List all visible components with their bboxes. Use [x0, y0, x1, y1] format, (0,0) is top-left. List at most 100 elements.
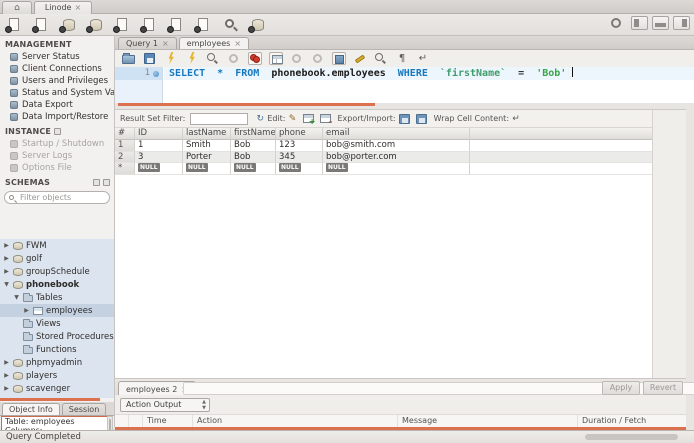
horizontal-scrollbar[interactable]: [585, 434, 678, 440]
spinner-icon[interactable]: ▲ ▼: [202, 399, 206, 411]
limit-rows-toggle-icon[interactable]: [269, 52, 283, 65]
sidebar-item-server-logs[interactable]: Server Logs: [0, 150, 114, 162]
cell-id[interactable]: 1: [135, 140, 183, 152]
reconnect-dbms-icon[interactable]: [248, 17, 265, 33]
wrap-text-icon[interactable]: ↵: [416, 52, 430, 65]
chevron-right-icon[interactable]: ▶: [23, 307, 30, 314]
sidebar-item-client-connections[interactable]: Client Connections: [0, 63, 114, 75]
execute-current-statement-icon[interactable]: [185, 52, 199, 65]
output-selector[interactable]: Action Output ▲ ▼: [120, 398, 210, 412]
schema-node-phpmyadmin[interactable]: ▶ phpmyadmin: [0, 356, 114, 369]
schema-node-players[interactable]: ▶ players: [0, 369, 114, 382]
save-script-icon[interactable]: [143, 52, 157, 65]
revert-button[interactable]: Revert: [643, 381, 683, 395]
tree-node-functions[interactable]: Functions: [0, 343, 114, 356]
column-header-time[interactable]: Time: [143, 415, 193, 427]
stop-on-error-toggle-icon[interactable]: [248, 52, 262, 65]
add-row-icon[interactable]: [302, 114, 316, 126]
tree-node-tables[interactable]: ▼ Tables: [0, 291, 114, 304]
close-icon[interactable]: ×: [234, 39, 241, 48]
sidebar-item-server-status[interactable]: Server Status: [0, 51, 114, 63]
find-panel-icon[interactable]: [374, 52, 388, 65]
wrap-cell-content-icon[interactable]: ↵: [509, 113, 523, 125]
create-view-icon[interactable]: [140, 17, 157, 33]
open-file-icon[interactable]: [122, 52, 136, 65]
cell-email[interactable]: bob@porter.com: [323, 151, 470, 163]
row-number[interactable]: *: [115, 163, 135, 175]
column-header-message[interactable]: Message: [398, 415, 578, 427]
row-number[interactable]: 1: [115, 140, 135, 152]
cell-phone[interactable]: 345: [276, 151, 323, 163]
column-header-id[interactable]: ID: [135, 128, 183, 140]
tab-query-1[interactable]: Query 1 ×: [118, 37, 177, 49]
new-sql-editor-icon[interactable]: [5, 17, 22, 33]
chevron-right-icon[interactable]: ▶: [3, 372, 10, 379]
search-table-data-icon[interactable]: [221, 17, 238, 33]
cell-id[interactable]: 3: [135, 151, 183, 163]
commit-icon[interactable]: [290, 52, 304, 65]
edit-record-icon[interactable]: ✎: [286, 113, 300, 125]
sidebar-item-users-privileges[interactable]: Users and Privileges: [0, 75, 114, 87]
import-records-icon[interactable]: [415, 113, 427, 124]
column-header-action[interactable]: Action: [193, 415, 398, 427]
column-header-email[interactable]: email: [323, 128, 470, 140]
create-procedure-icon[interactable]: [167, 17, 184, 33]
schema-node-scavenger[interactable]: ▶ scavenger: [0, 382, 114, 395]
column-header-rownum[interactable]: #: [115, 128, 135, 140]
beautify-script-icon[interactable]: [353, 52, 367, 65]
sidebar-item-data-export[interactable]: Data Export: [0, 99, 114, 111]
schemas-expand-icon[interactable]: [93, 179, 100, 186]
cell-phone[interactable]: 123: [276, 140, 323, 152]
rollback-icon[interactable]: [311, 52, 325, 65]
row-number[interactable]: 2: [115, 151, 135, 163]
chevron-right-icon[interactable]: ▶: [3, 385, 10, 392]
export-recordset-icon[interactable]: [398, 113, 410, 124]
chevron-right-icon[interactable]: ▶: [3, 242, 10, 249]
chevron-down-icon[interactable]: ▼: [13, 294, 20, 301]
close-icon[interactable]: ×: [162, 39, 169, 48]
create-schema-icon[interactable]: [86, 17, 103, 33]
autocommit-toggle-icon[interactable]: [332, 52, 346, 65]
schema-node-golf[interactable]: ▶ golf: [0, 252, 114, 265]
home-tab[interactable]: ⌂: [2, 1, 32, 14]
tab-object-info[interactable]: Object Info: [2, 403, 60, 415]
tree-node-views[interactable]: Views: [0, 317, 114, 330]
execute-query-icon[interactable]: [164, 52, 178, 65]
open-sql-script-icon[interactable]: [32, 17, 49, 33]
refresh-icon[interactable]: ↻: [253, 113, 267, 125]
create-table-icon[interactable]: [113, 17, 130, 33]
chevron-down-icon[interactable]: ▼: [3, 281, 10, 288]
stop-query-icon[interactable]: [227, 52, 241, 65]
schema-node-phonebook[interactable]: ▼ phonebook: [0, 278, 114, 291]
sidebar-item-data-import[interactable]: Data Import/Restore: [0, 111, 114, 123]
connection-tab-linode[interactable]: Linode ×: [34, 1, 92, 14]
cell-firstname[interactable]: Bob: [231, 151, 276, 163]
toggle-right-panel-button[interactable]: [673, 16, 690, 30]
column-header-phone[interactable]: phone: [276, 128, 323, 140]
toggle-left-panel-button[interactable]: [631, 16, 648, 30]
invisible-characters-icon[interactable]: ¶: [395, 52, 409, 65]
toggle-bottom-panel-button[interactable]: [652, 16, 669, 30]
result-side-panel[interactable]: [652, 128, 686, 378]
tab-employees[interactable]: employees ×: [178, 37, 250, 49]
sidebar-item-status-system-variables[interactable]: Status and System Variables: [0, 87, 114, 99]
column-header-lastname[interactable]: lastName: [183, 128, 231, 140]
cell-email[interactable]: bob@smith.com: [323, 140, 470, 152]
cell-lastname[interactable]: Smith: [183, 140, 231, 152]
chevron-right-icon[interactable]: ▶: [3, 255, 10, 262]
column-header-duration[interactable]: Duration / Fetch: [578, 415, 686, 427]
create-function-icon[interactable]: [194, 17, 211, 33]
sidebar-item-startup-shutdown[interactable]: Startup / Shutdown: [0, 138, 114, 150]
sql-editor[interactable]: 1 SELECT * FROM phonebook.employees WHER…: [115, 67, 694, 103]
schema-node-fwm[interactable]: ▶ FWM: [0, 239, 114, 252]
chevron-right-icon[interactable]: ▶: [3, 359, 10, 366]
sql-statement[interactable]: SELECT * FROM phonebook.employees WHERE …: [164, 67, 694, 80]
cell-lastname[interactable]: Porter: [183, 151, 231, 163]
tree-node-stored-procedures[interactable]: Stored Procedures: [0, 330, 114, 343]
close-icon[interactable]: ×: [74, 2, 81, 14]
cell-firstname[interactable]: Bob: [231, 140, 276, 152]
sidebar-item-options-file[interactable]: Options File: [0, 162, 114, 174]
tab-session[interactable]: Session: [61, 403, 107, 415]
column-header-firstname[interactable]: firstName: [231, 128, 276, 140]
schemas-refresh-icon[interactable]: [103, 179, 110, 186]
